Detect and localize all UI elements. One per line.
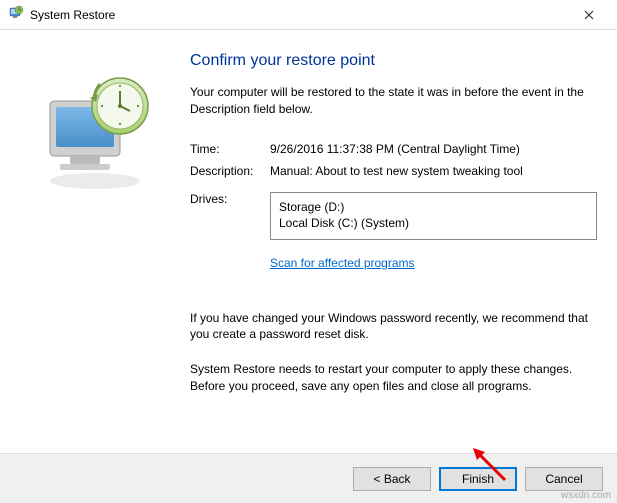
back-button[interactable]: < Back — [353, 467, 431, 491]
password-note: If you have changed your Windows passwor… — [190, 310, 597, 344]
drive-item: Local Disk (C:) (System) — [279, 215, 588, 232]
drives-label: Drives: — [190, 192, 270, 206]
title-bar: System Restore — [0, 0, 617, 30]
drives-row: Drives: Storage (D:) Local Disk (C:) (Sy… — [190, 192, 597, 240]
time-label: Time: — [190, 142, 270, 156]
page-heading: Confirm your restore point — [190, 52, 597, 70]
time-value: 9/26/2016 11:37:38 PM (Central Daylight … — [270, 142, 597, 156]
app-icon — [8, 5, 24, 24]
watermark: wsxdn.com — [561, 490, 611, 501]
close-button[interactable] — [569, 1, 609, 29]
button-bar: < Back Finish Cancel — [0, 453, 617, 503]
scan-programs-link[interactable]: Scan for affected programs — [270, 256, 415, 270]
wizard-graphic-pane — [10, 46, 180, 443]
window-title: System Restore — [24, 8, 569, 22]
time-row: Time: 9/26/2016 11:37:38 PM (Central Day… — [190, 142, 597, 156]
cancel-button[interactable]: Cancel — [525, 467, 603, 491]
description-value: Manual: About to test new system tweakin… — [270, 164, 597, 178]
description-row: Description: Manual: About to test new s… — [190, 164, 597, 178]
restart-note: System Restore needs to restart your com… — [190, 361, 597, 395]
description-label: Description: — [190, 164, 270, 178]
intro-text: Your computer will be restored to the st… — [190, 84, 597, 118]
main-pane: Confirm your restore point Your computer… — [180, 46, 597, 443]
system-restore-icon — [30, 66, 160, 199]
content-area: Confirm your restore point Your computer… — [0, 30, 617, 453]
drive-item: Storage (D:) — [279, 199, 588, 216]
finish-button[interactable]: Finish — [439, 467, 517, 491]
drives-list: Storage (D:) Local Disk (C:) (System) — [270, 192, 597, 240]
